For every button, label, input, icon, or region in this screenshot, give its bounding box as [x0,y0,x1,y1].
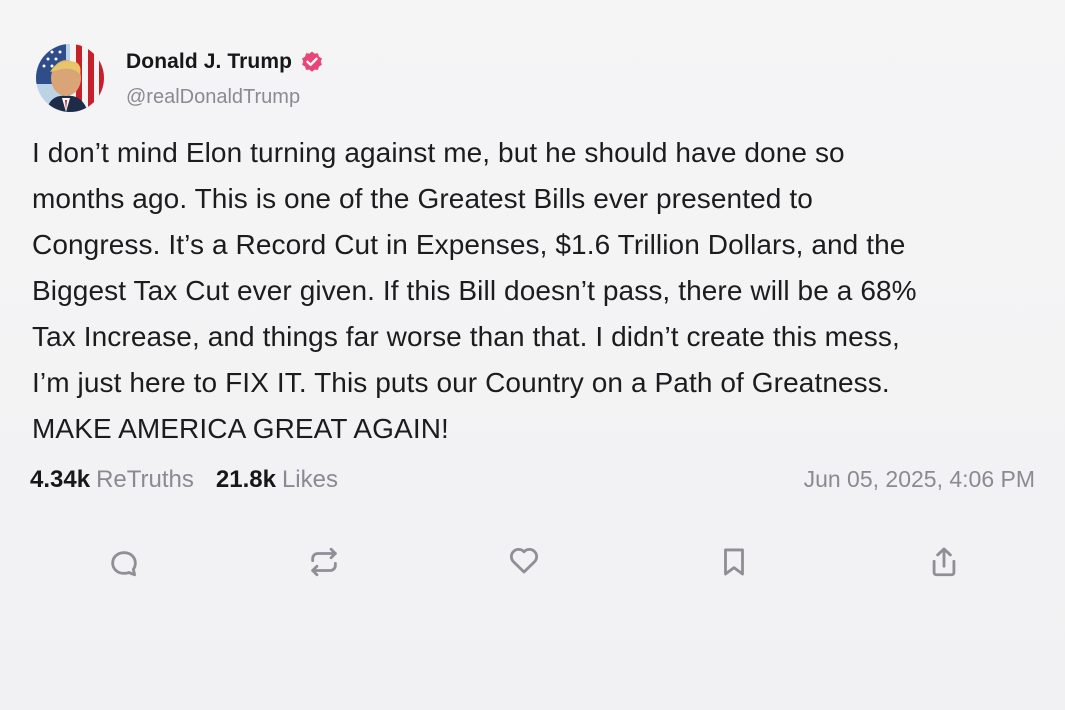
post-stats: 4.34k ReTruths 21.8k Likes [30,466,360,494]
likes-label: Likes [281,466,338,493]
post-text-line: months ago. This is one of the Greatest … [32,183,813,214]
post-text-line: I’m just here to FIX IT. This puts our C… [32,367,890,398]
retruths-count: 4.34k [30,466,91,493]
verified-badge-icon [300,50,324,74]
retruth-button[interactable] [304,542,344,582]
share-button[interactable] [924,542,964,582]
post-timestamp[interactable]: Jun 05, 2025, 4:06 PM [804,466,1035,493]
retruths-label: ReTruths [96,466,194,493]
likes-count: 21.8k [215,466,276,493]
avatar[interactable] [36,44,104,112]
author-display-name[interactable]: Donald J. Trump [126,50,292,74]
retruths-stat[interactable]: 4.34k ReTruths [30,466,194,494]
bookmark-button[interactable] [714,542,754,582]
reply-button[interactable] [104,544,144,584]
likes-stat[interactable]: 21.8k Likes [216,466,338,494]
heart-icon [509,547,539,574]
comment-icon [111,551,137,577]
author-name-row[interactable]: Donald J. Trump [126,50,324,74]
post-text: I don’t mind Elon turning against me, bu… [32,130,1042,452]
post-card: Donald J. Trump @realDonaldTrump I don’t… [0,0,1065,710]
action-bar [0,540,1065,590]
post-text-line: MAKE AMERICA GREAT AGAIN! [32,413,449,444]
author-handle[interactable]: @realDonaldTrump [126,86,300,109]
repost-icon [311,547,337,577]
post-text-line: Tax Increase, and things far worse than … [32,321,900,352]
share-icon [932,547,956,577]
post-text-line: Congress. It’s a Record Cut in Expenses,… [32,229,906,260]
like-button[interactable] [504,540,544,580]
post-text-line: I don’t mind Elon turning against me, bu… [32,137,845,168]
avatar-image [36,44,104,112]
bookmark-icon [724,548,744,576]
post-text-line: Biggest Tax Cut ever given. If this Bill… [32,275,917,306]
